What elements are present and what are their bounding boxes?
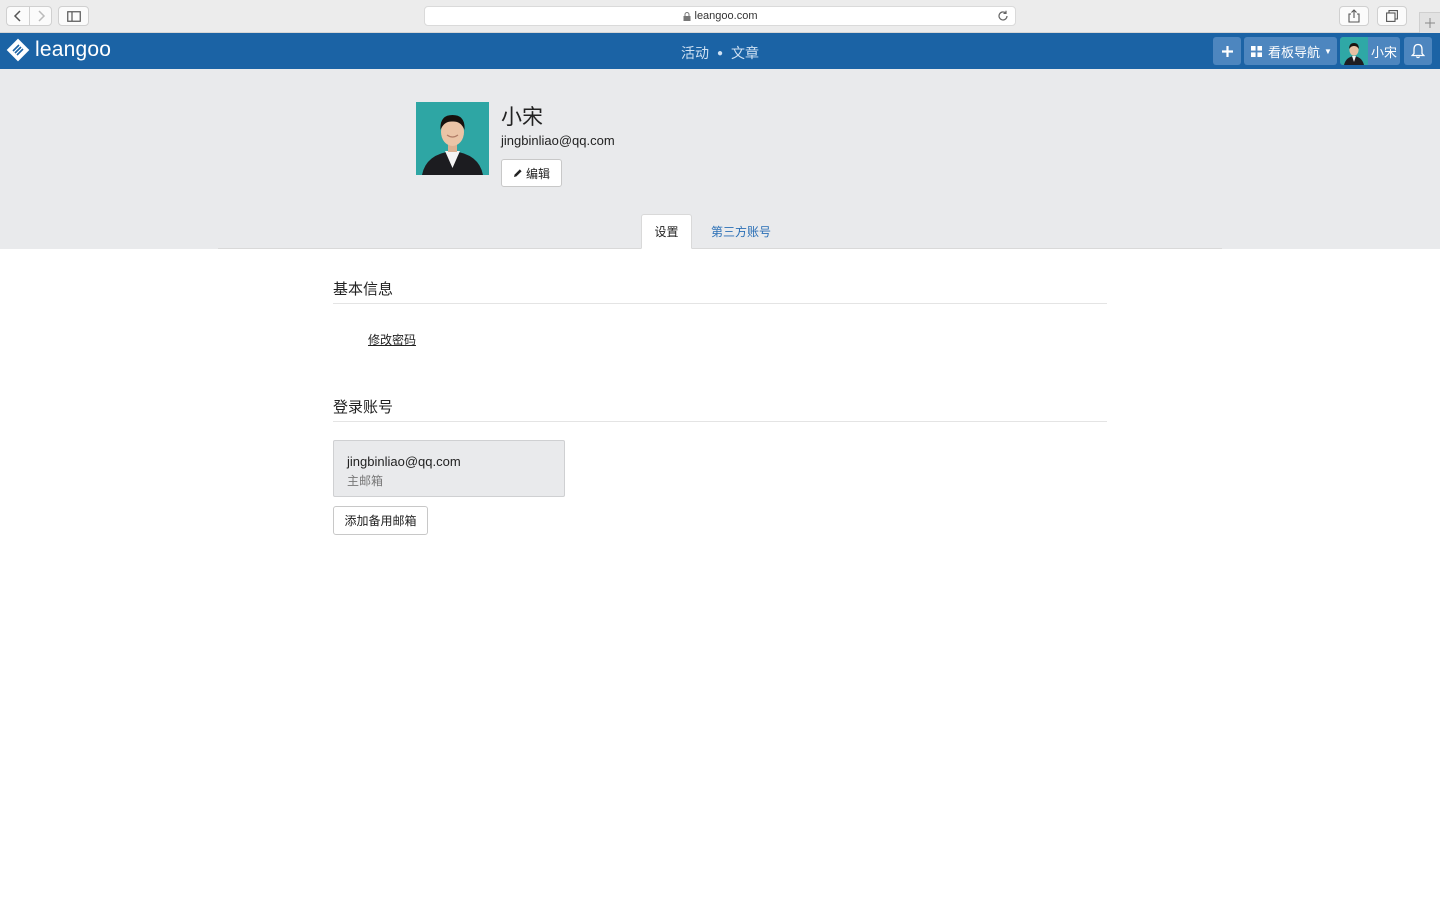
nav-link-articles[interactable]: 文章 — [731, 45, 759, 61]
tabs-overview-icon — [1386, 10, 1398, 22]
section-divider — [333, 303, 1107, 304]
board-nav-button[interactable]: 看板导航 ▼ — [1244, 37, 1337, 65]
notifications-button[interactable] — [1404, 37, 1432, 65]
grid-icon — [1251, 45, 1262, 57]
nav-link-activity[interactable]: 活动 — [681, 45, 709, 61]
separator-dot: ● — [716, 48, 724, 59]
browser-tabs-button[interactable] — [1377, 6, 1407, 26]
lock-icon — [683, 11, 690, 21]
basic-info-title: 基本信息 — [333, 281, 394, 298]
tab-third-party-accounts[interactable]: 第三方账号 — [700, 214, 782, 249]
browser-toolbar: leangoo.com — [0, 0, 1440, 33]
pencil-icon — [513, 169, 522, 177]
change-password-link[interactable]: 修改密码 — [368, 331, 416, 348]
share-icon — [1348, 9, 1360, 23]
login-accounts-title: 登录账号 — [333, 399, 394, 416]
chevron-right-icon — [37, 10, 45, 22]
create-button[interactable] — [1213, 37, 1241, 65]
browser-share-button[interactable] — [1339, 6, 1369, 26]
tab-settings[interactable]: 设置 — [641, 214, 692, 249]
browser-sidebar-button[interactable] — [58, 6, 89, 26]
chevron-left-icon — [13, 10, 21, 22]
address-url: leangoo.com — [694, 10, 758, 22]
browser-forward-button[interactable] — [29, 6, 52, 26]
user-menu-button[interactable]: 小宋 — [1340, 37, 1400, 65]
profile-avatar — [416, 102, 489, 175]
profile-name: 小宋 — [501, 106, 543, 129]
browser-back-button[interactable] — [6, 6, 29, 26]
bell-icon — [1411, 43, 1425, 59]
add-backup-email-button[interactable]: 添加备用邮箱 — [333, 506, 428, 535]
sidebar-icon — [66, 10, 81, 22]
plus-icon — [1425, 18, 1435, 28]
browser-new-tab-button[interactable] — [1419, 12, 1440, 33]
user-avatar — [1340, 37, 1368, 65]
account-card: jingbinliao@qq.com 主邮箱 — [333, 440, 565, 497]
app-header: leangoo 活动 ● 文章 看板导航 ▼ 小宋 — [0, 33, 1440, 69]
plus-icon — [1221, 45, 1233, 57]
account-type: 主邮箱 — [347, 474, 384, 488]
board-nav-label: 看板导航 — [1268, 44, 1321, 60]
section-divider — [333, 421, 1107, 422]
reload-icon[interactable] — [997, 10, 1009, 22]
edit-profile-label: 编辑 — [525, 166, 550, 181]
profile-email: jingbinliao@qq.com — [501, 133, 615, 148]
edit-profile-button[interactable]: 编辑 — [501, 159, 562, 187]
account-email: jingbinliao@qq.com — [347, 454, 461, 469]
user-name: 小宋 — [1371, 44, 1398, 60]
address-bar[interactable]: leangoo.com — [424, 6, 1016, 26]
caret-down-icon: ▼ — [1324, 46, 1332, 56]
